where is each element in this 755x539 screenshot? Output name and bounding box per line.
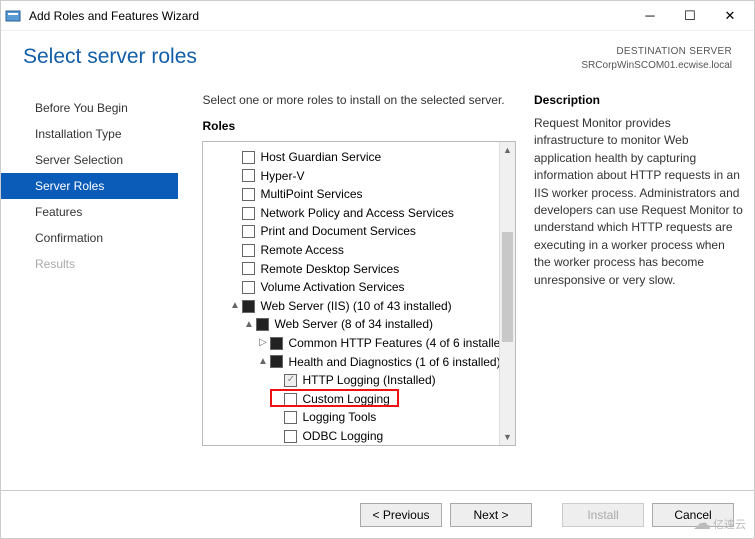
role-label: Remote Access — [260, 241, 343, 260]
role-item[interactable]: MultiPoint Services — [207, 185, 511, 204]
role-item[interactable]: ▲ Web Server (IIS) (10 of 43 installed) — [207, 297, 511, 316]
highlight-annotation — [270, 389, 399, 407]
watermark: ☁ 亿速云 — [693, 513, 746, 534]
role-item[interactable]: Remote Desktop Services — [207, 260, 511, 279]
nav-step-features[interactable]: Features — [1, 199, 178, 225]
role-item[interactable]: Logging Tools — [207, 408, 511, 427]
close-button[interactable]: ✕ — [710, 2, 750, 30]
collapse-icon[interactable]: ▲ — [243, 317, 254, 333]
role-checkbox[interactable] — [284, 374, 297, 387]
nav-step-installation-type[interactable]: Installation Type — [1, 121, 178, 147]
install-button: Install — [562, 503, 644, 527]
role-label: HTTP Logging (Installed) — [302, 371, 435, 390]
role-checkbox[interactable] — [242, 281, 255, 294]
role-label: Host Guardian Service — [260, 148, 381, 167]
maximize-button[interactable]: ☐ — [670, 2, 710, 30]
watermark-text: 亿速云 — [713, 516, 746, 532]
role-label: Hyper-V — [260, 167, 304, 186]
role-checkbox[interactable] — [284, 430, 297, 443]
titlebar: Add Roles and Features Wizard ─ ☐ ✕ — [1, 1, 754, 31]
role-checkbox[interactable] — [242, 151, 255, 164]
expand-icon[interactable]: ▷ — [257, 335, 268, 351]
scroll-thumb[interactable] — [502, 232, 513, 342]
role-label: Web Server (IIS) (10 of 43 installed) — [260, 297, 451, 316]
role-item[interactable]: Host Guardian Service — [207, 148, 511, 167]
nav-step-results: Results — [1, 251, 178, 277]
roles-tree[interactable]: Host Guardian ServiceHyper-VMultiPoint S… — [202, 141, 516, 446]
description-text: Request Monitor provides infrastructure … — [534, 115, 744, 289]
role-label: ODBC Logging — [302, 427, 383, 445]
collapse-icon[interactable]: ▲ — [229, 298, 240, 314]
role-item[interactable]: Hyper-V — [207, 167, 511, 186]
description-heading: Description — [534, 93, 744, 107]
role-checkbox[interactable] — [256, 318, 269, 331]
role-item[interactable]: Print and Document Services — [207, 222, 511, 241]
cloud-icon: ☁ — [693, 513, 711, 534]
role-label: Volume Activation Services — [260, 278, 404, 297]
role-checkbox[interactable] — [242, 244, 255, 257]
previous-button[interactable]: < Previous — [360, 503, 442, 527]
role-item[interactable]: Remote Access — [207, 241, 511, 260]
role-item[interactable]: ▲ Web Server (8 of 34 installed) — [207, 315, 511, 334]
window-title: Add Roles and Features Wizard — [29, 9, 630, 23]
role-checkbox[interactable] — [242, 262, 255, 275]
role-label: Common HTTP Features (4 of 6 installed) — [288, 334, 511, 353]
role-item[interactable]: ▲ Health and Diagnostics (1 of 6 installe… — [207, 353, 511, 372]
role-label: Print and Document Services — [260, 222, 415, 241]
scroll-down-icon[interactable]: ▼ — [500, 429, 515, 445]
role-item[interactable]: Network Policy and Access Services — [207, 204, 511, 223]
role-label: Web Server (8 of 34 installed) — [274, 315, 433, 334]
role-checkbox[interactable] — [242, 300, 255, 313]
role-label: Health and Diagnostics (1 of 6 installed… — [288, 353, 500, 372]
role-label: MultiPoint Services — [260, 185, 362, 204]
role-item[interactable]: HTTP Logging (Installed) — [207, 371, 511, 390]
role-checkbox[interactable] — [242, 188, 255, 201]
role-label: Logging Tools — [302, 408, 376, 427]
scroll-up-icon[interactable]: ▲ — [500, 142, 515, 158]
role-label: Network Policy and Access Services — [260, 204, 453, 223]
role-checkbox[interactable] — [270, 355, 283, 368]
role-checkbox[interactable] — [284, 411, 297, 424]
nav-step-before-you-begin[interactable]: Before You Begin — [1, 95, 178, 121]
wizard-nav: Before You BeginInstallation TypeServer … — [1, 77, 178, 477]
next-button[interactable]: Next > — [450, 503, 532, 527]
dest-label: DESTINATION SERVER — [581, 45, 732, 59]
app-icon — [5, 8, 21, 24]
role-item[interactable]: ODBC Logging — [207, 427, 511, 445]
roles-heading: Roles — [202, 119, 516, 133]
role-label: Remote Desktop Services — [260, 260, 399, 279]
header: Select server roles DESTINATION SERVER S… — [1, 31, 754, 77]
minimize-button[interactable]: ─ — [630, 2, 670, 30]
footer: < Previous Next > Install Cancel — [1, 490, 754, 538]
nav-step-server-selection[interactable]: Server Selection — [1, 147, 178, 173]
nav-step-confirmation[interactable]: Confirmation — [1, 225, 178, 251]
dest-server-name: SRCorpWinSCOM01.ecwise.local — [581, 59, 732, 73]
collapse-icon[interactable]: ▲ — [257, 354, 268, 370]
page-title: Select server roles — [23, 45, 197, 69]
role-checkbox[interactable] — [242, 225, 255, 238]
role-item[interactable]: Volume Activation Services — [207, 278, 511, 297]
role-checkbox[interactable] — [242, 169, 255, 182]
instruction-text: Select one or more roles to install on t… — [202, 93, 516, 107]
nav-step-server-roles[interactable]: Server Roles — [1, 173, 178, 199]
role-item[interactable]: ▷ Common HTTP Features (4 of 6 installed) — [207, 334, 511, 353]
role-checkbox[interactable] — [270, 337, 283, 350]
scrollbar[interactable]: ▲ ▼ — [499, 142, 515, 445]
destination-info: DESTINATION SERVER SRCorpWinSCOM01.ecwis… — [581, 45, 732, 73]
role-checkbox[interactable] — [242, 207, 255, 220]
